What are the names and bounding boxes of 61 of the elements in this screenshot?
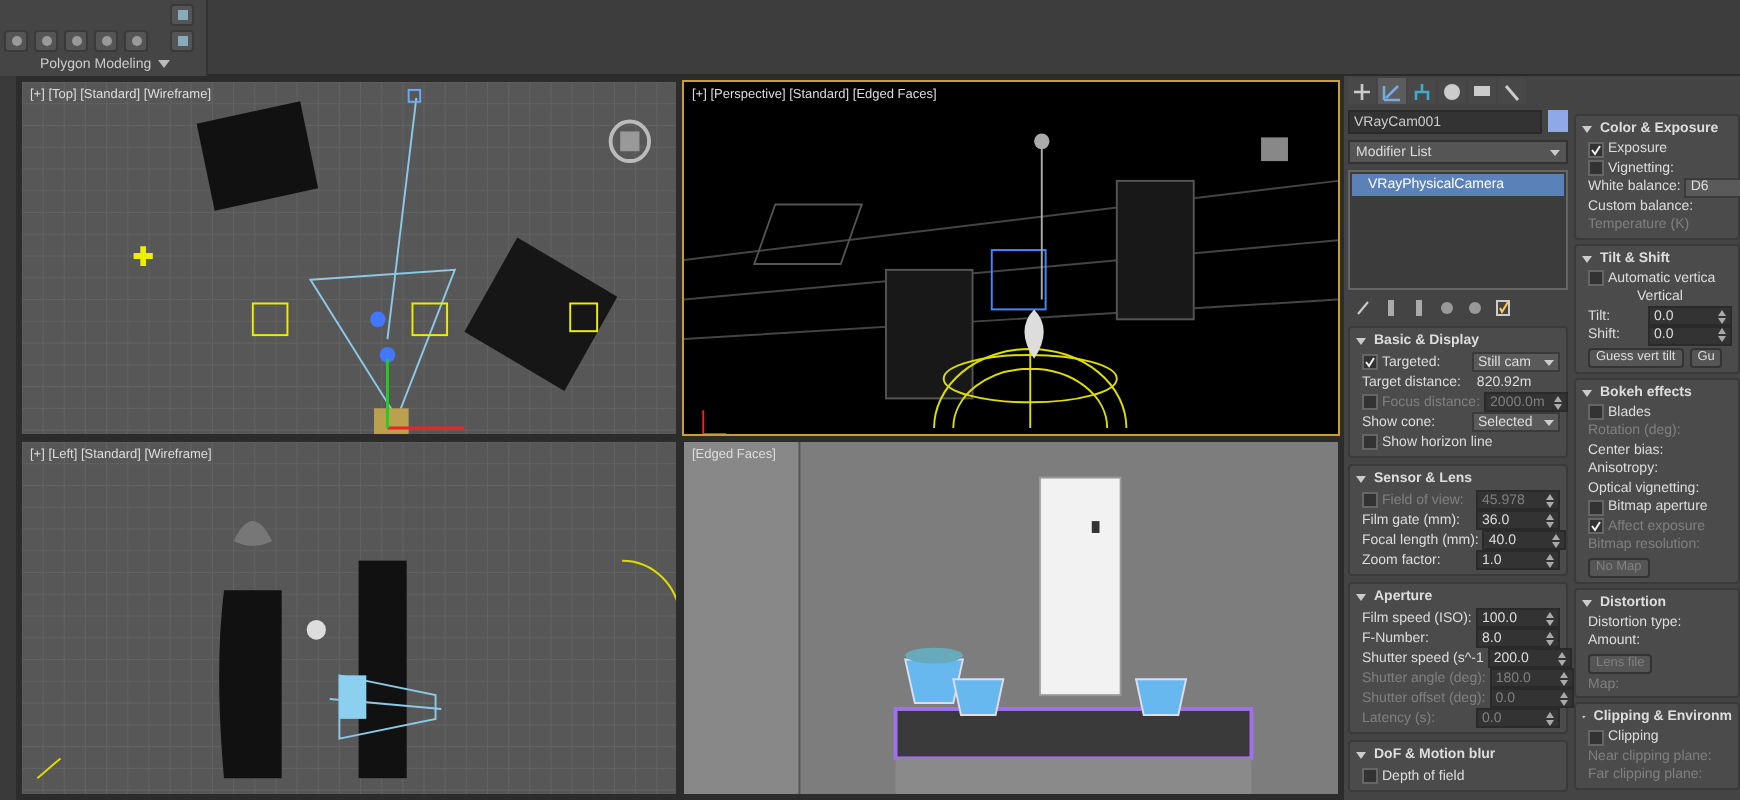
expand-triangle-icon[interactable] [1356,474,1366,484]
panel-tab[interactable] [1348,78,1376,104]
spinner-arrows-icon [1546,553,1554,567]
tool-icon [129,34,143,48]
modify-icon [1382,81,1402,101]
caret-icon [1544,419,1554,425]
display-icon [1472,81,1492,101]
expand-triangle-icon[interactable] [1356,750,1366,760]
spinner-arrows-icon [1546,631,1554,645]
spinner-arrows-icon [1559,671,1568,685]
spinner-arrows-icon [1546,611,1554,625]
spinner-arrows-icon [1552,533,1561,547]
tool-icon [99,34,113,48]
checkbox[interactable] [1362,434,1378,450]
tool-button[interactable] [64,30,88,52]
create-icon [1352,81,1372,101]
spinner-arrows-icon [1546,711,1554,725]
panel-tab[interactable] [1408,78,1436,104]
expand-triangle-icon[interactable] [1582,253,1592,263]
checkbox[interactable] [1588,404,1604,421]
tool-icon [9,34,23,48]
hierarchy-icon [1412,81,1432,101]
spinner-arrows-icon [1559,691,1568,705]
tool-button[interactable] [34,30,58,52]
caret-icon [1544,359,1554,365]
tool-button[interactable] [170,30,194,52]
tool-button[interactable] [4,30,28,52]
edit-icon[interactable] [1496,300,1510,316]
spinner-arrows-icon [1718,328,1726,343]
spinner-arrows-icon [1546,493,1554,507]
panel-tab[interactable] [1378,78,1406,104]
tool-button[interactable] [170,4,194,26]
checkbox[interactable] [1588,160,1604,177]
checkbox[interactable] [1588,499,1604,516]
spinner-arrows-icon [1557,651,1566,665]
object-color-swatch[interactable] [1548,110,1568,132]
caret-icon [1550,149,1560,155]
expand-triangle-icon[interactable] [1356,592,1366,602]
tool-button[interactable] [94,30,118,52]
spinner-arrows-icon [1554,395,1563,409]
expand-triangle-icon[interactable] [1356,336,1366,346]
checkbox[interactable] [1588,141,1604,158]
tool-button[interactable] [124,30,148,52]
caret-icon [157,60,170,68]
checkbox[interactable] [1362,768,1378,784]
motion-icon [1442,81,1462,101]
checkbox[interactable] [1588,270,1604,287]
expand-triangle-icon[interactable] [1582,124,1592,134]
panel-tab[interactable] [1498,78,1526,104]
tool-icon [69,34,83,48]
expand-triangle-icon[interactable] [1582,597,1592,607]
checkbox[interactable] [1362,354,1378,370]
spinner-arrows-icon [1718,309,1726,324]
checkbox[interactable] [1588,729,1604,746]
panel-tab[interactable] [1438,78,1466,104]
expand-triangle-icon[interactable] [1582,387,1592,397]
utilities-icon [1502,81,1522,101]
pin-icon[interactable] [1356,300,1370,316]
panel-tab[interactable] [1468,78,1496,104]
tool-icon [39,34,53,48]
spinner-arrows-icon [1546,513,1554,527]
